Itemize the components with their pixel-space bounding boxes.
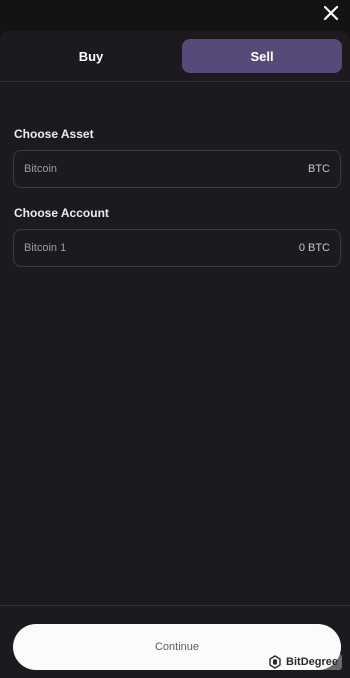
close-button[interactable] (320, 2, 342, 24)
asset-select[interactable]: Bitcoin BTC (13, 150, 341, 188)
watermark-text: BitDegree (286, 656, 338, 668)
choose-asset-label: Choose Asset (14, 127, 94, 141)
trade-panel: Buy Sell Choose Asset Bitcoin BTC Choose… (0, 31, 350, 678)
tab-sell[interactable]: Sell (182, 39, 342, 73)
tab-buy[interactable]: Buy (4, 39, 178, 73)
close-icon (323, 5, 339, 21)
account-select[interactable]: Bitcoin 1 0 BTC (13, 229, 341, 267)
bitdegree-watermark: BitDegree (264, 654, 342, 670)
account-value: Bitcoin 1 (24, 242, 67, 254)
sell-screen: Buy Sell Choose Asset Bitcoin BTC Choose… (0, 0, 350, 678)
asset-value: Bitcoin (24, 163, 58, 175)
trade-tabs: Buy Sell (0, 39, 350, 75)
footer-divider (0, 605, 350, 606)
choose-account-label: Choose Account (14, 206, 109, 220)
account-balance: 0 BTC (298, 242, 330, 254)
asset-ticker: BTC (308, 163, 330, 175)
bitdegree-logo-icon (269, 655, 281, 669)
tabs-divider (0, 81, 350, 82)
